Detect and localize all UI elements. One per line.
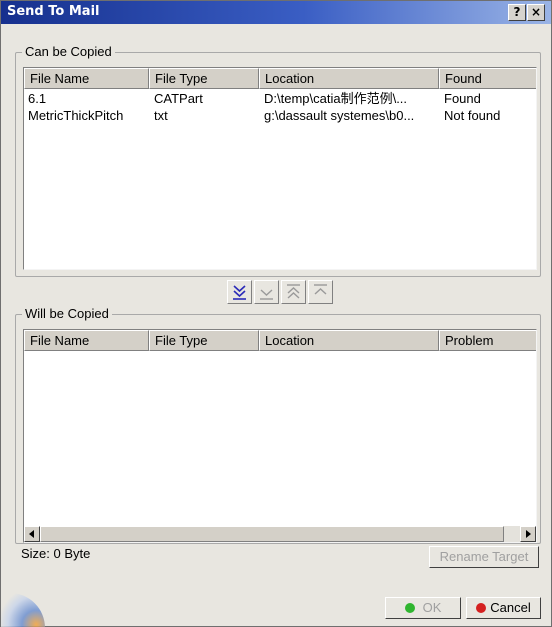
cell-found: Found [444, 91, 481, 106]
cell-file-name: 6.1 [28, 91, 47, 106]
decorative-logo [1, 593, 45, 627]
arrow-left-icon [29, 530, 34, 538]
column-file-name[interactable]: File Name [24, 330, 149, 351]
chevron-down-icon [260, 289, 273, 300]
size-label: Size: 0 Byte [21, 546, 91, 561]
column-file-type[interactable]: File Type [149, 330, 259, 351]
rename-target-button[interactable]: Rename Target [429, 546, 539, 568]
ok-label: OK [422, 600, 442, 615]
cell-file-type: txt [154, 108, 168, 123]
column-problem[interactable]: Problem [439, 330, 536, 351]
ok-button[interactable]: OK [385, 597, 461, 619]
list-header: File Name File Type Location Found [24, 68, 536, 89]
column-location[interactable]: Location [259, 68, 439, 89]
horizontal-scrollbar[interactable] [24, 526, 536, 542]
cell-found: Not found [444, 108, 501, 123]
column-file-type[interactable]: File Type [149, 68, 259, 89]
scroll-thumb[interactable] [40, 526, 504, 542]
scroll-right-button[interactable] [520, 526, 536, 542]
title-bar[interactable]: Send To Mail ? × [1, 1, 551, 24]
can-be-copied-legend: Can be Copied [22, 44, 115, 60]
column-file-name[interactable]: File Name [24, 68, 149, 89]
move-all-up-button[interactable] [281, 280, 306, 304]
scroll-left-button[interactable] [24, 526, 40, 542]
cell-location: D:\temp\catia制作范例\... [264, 91, 408, 106]
will-be-copied-list[interactable]: File Name File Type Location Problem [23, 329, 537, 543]
column-location[interactable]: Location [259, 330, 439, 351]
help-button[interactable]: ? [508, 4, 526, 21]
green-dot-icon [404, 603, 415, 613]
table-row[interactable]: MetricThickPitch txt g:\dassault systeme… [24, 108, 536, 124]
can-be-copied-list[interactable]: File Name File Type Location Found 6.1 C… [23, 67, 537, 270]
cell-location: g:\dassault systemes\b0... [264, 108, 415, 123]
move-down-button[interactable] [254, 280, 279, 304]
table-row[interactable]: 6.1 CATPart D:\temp\catia制作范例\... Found [24, 91, 536, 107]
cancel-button[interactable]: Cancel [466, 597, 541, 619]
cell-file-name: MetricThickPitch [28, 108, 124, 123]
red-dot-icon [476, 603, 487, 613]
send-to-mail-dialog: Send To Mail ? × Can be Copied File Name… [0, 0, 552, 627]
move-all-down-button[interactable] [227, 280, 252, 304]
will-be-copied-legend: Will be Copied [22, 306, 112, 322]
list-header: File Name File Type Location Problem [24, 330, 536, 351]
dialog-title: Send To Mail [7, 4, 100, 19]
double-chevron-down-icon [233, 285, 246, 300]
column-found[interactable]: Found [439, 68, 536, 89]
arrow-right-icon [526, 530, 531, 538]
cancel-label: Cancel [490, 600, 531, 615]
close-button[interactable]: × [527, 4, 545, 21]
cell-file-type: CATPart [154, 91, 203, 106]
move-up-button[interactable] [308, 280, 333, 304]
chevron-up-icon [314, 284, 327, 295]
double-chevron-up-icon [287, 284, 300, 299]
